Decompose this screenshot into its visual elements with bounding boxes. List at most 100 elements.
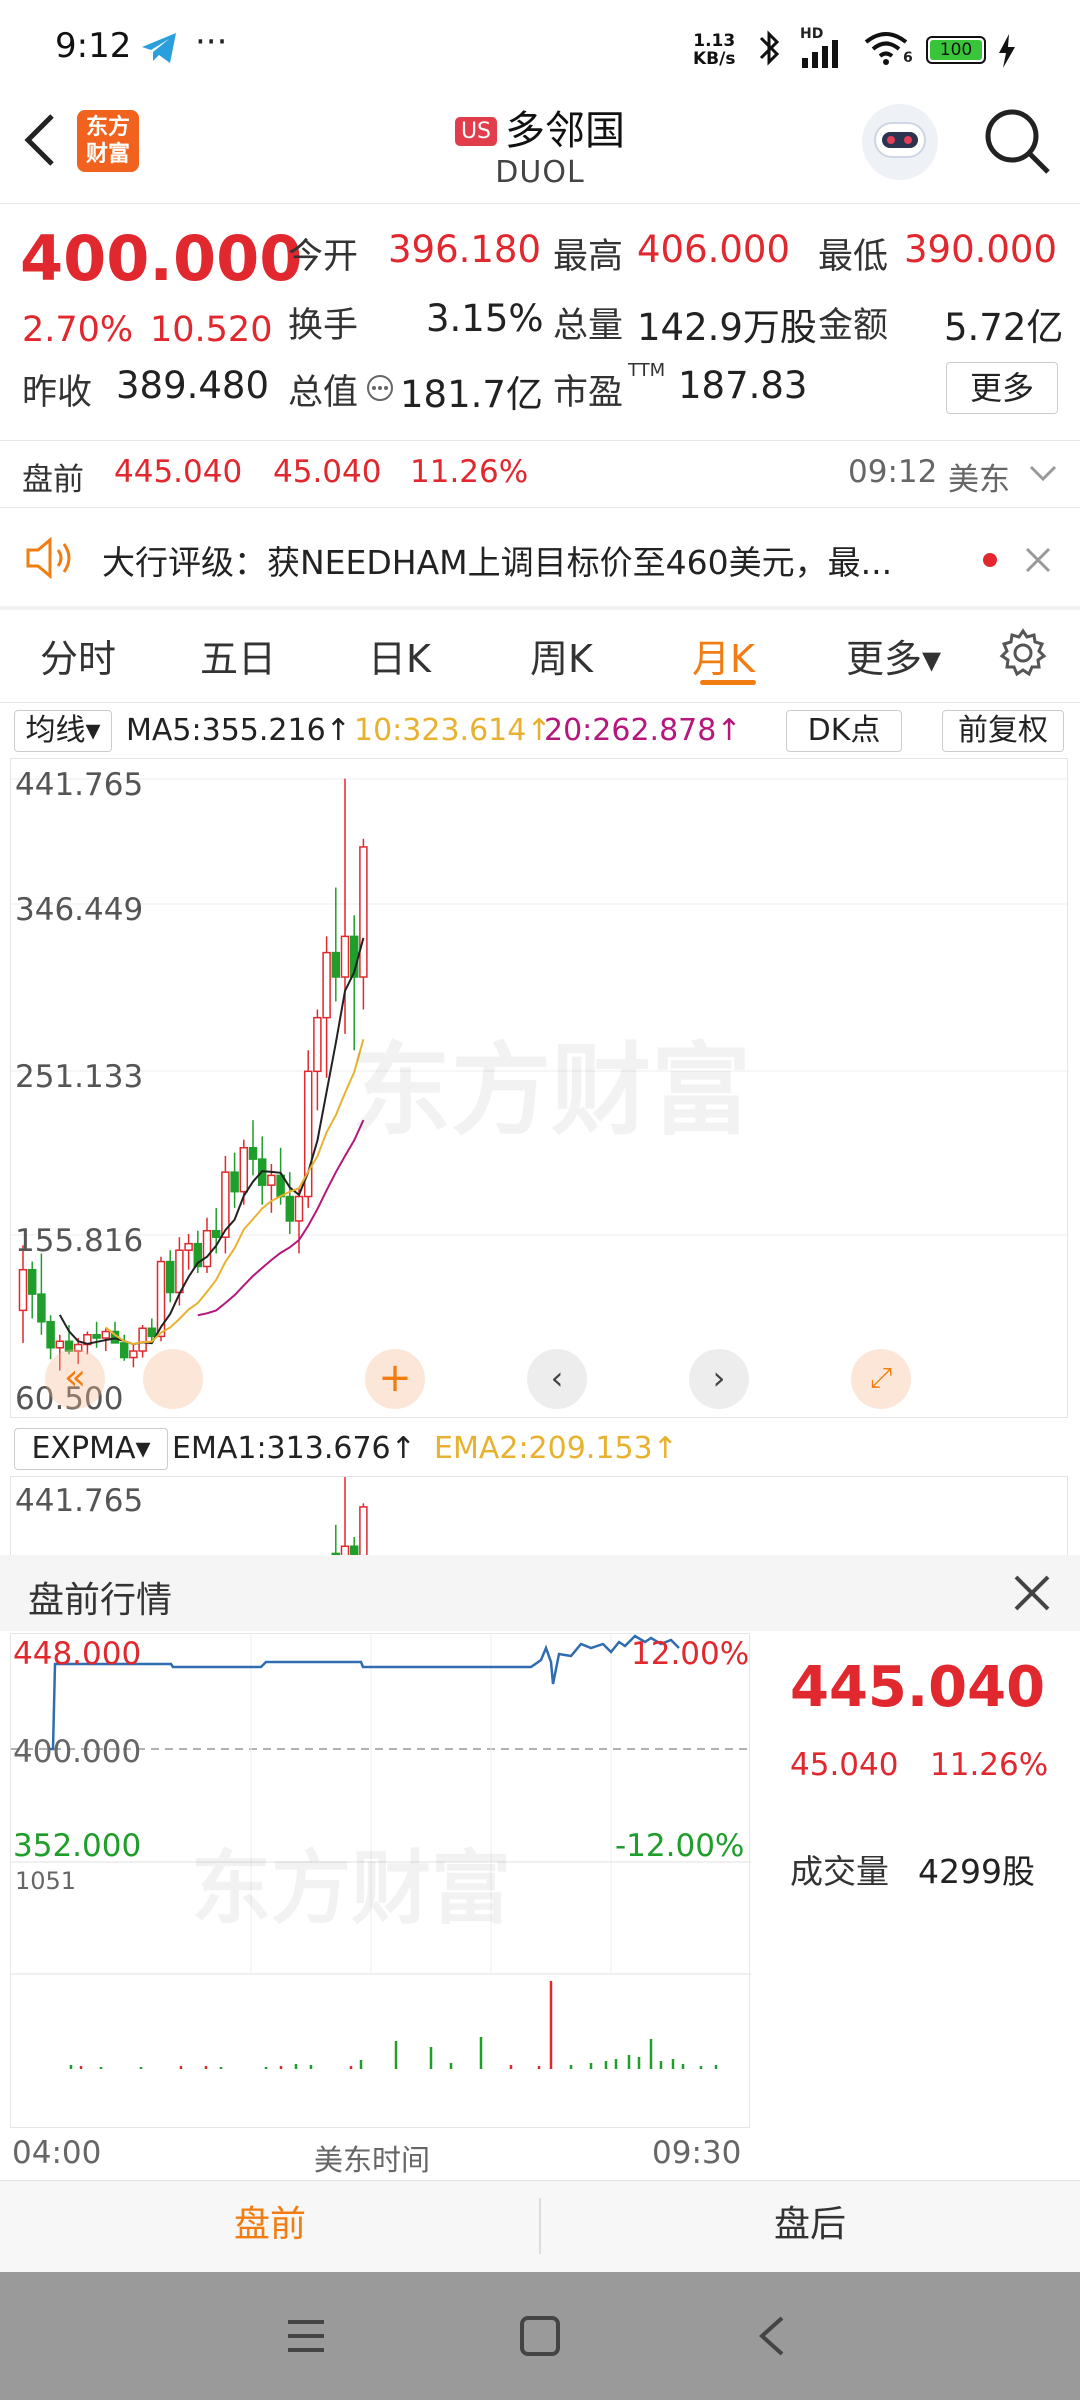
pe-label: 市盈: [553, 373, 624, 413]
close-news-icon[interactable]: [1024, 546, 1052, 574]
amount-value: 5.72亿: [944, 306, 1064, 349]
system-nav-bar: [0, 2272, 1080, 2400]
market-badge: US: [454, 117, 498, 146]
premarket-time: 09:12: [848, 454, 938, 490]
candle-body: [230, 1171, 239, 1193]
candle-body: [147, 1327, 157, 1338]
candle-body: [239, 1147, 249, 1193]
candle-body: [202, 1229, 212, 1268]
tab-weekly-k[interactable]: 周K: [530, 628, 593, 683]
y-mid-label: 400.000: [13, 1734, 142, 1770]
panel-pct: 11.26%: [930, 1747, 1049, 1783]
change-percent: 2.70%: [22, 310, 134, 350]
news-banner[interactable]: 大行评级：获NEEDHAM上调目标价至460美元，最...: [0, 510, 1080, 606]
expma-svg: [331, 1477, 368, 1555]
change-value: 10.520: [150, 310, 273, 350]
low-label: 最低: [818, 237, 889, 277]
wifi-number: 6: [903, 50, 913, 66]
intraday-chart[interactable]: 东方财富 448.000 12.00% 400.000 352.000 -12.…: [10, 1633, 751, 2128]
gear-icon[interactable]: [998, 628, 1048, 678]
tab-more[interactable]: 更多▾: [846, 628, 941, 683]
unread-dot: [983, 553, 997, 567]
tab-intraday[interactable]: 分时: [40, 628, 116, 683]
expand-icon[interactable]: ⤢: [851, 1349, 911, 1409]
premarket-change: 45.040: [273, 454, 382, 490]
ma-selector[interactable]: 均线▾: [14, 710, 112, 752]
active-tab-indicator: [700, 680, 756, 685]
candle-body: [165, 1260, 175, 1294]
panel-price: 445.040: [790, 1655, 1046, 1720]
candle-body: [248, 1147, 258, 1160]
x-start-label: 04:00: [12, 2135, 102, 2171]
high-value: 406.000: [637, 228, 791, 271]
turnover-value: 3.15%: [426, 297, 544, 340]
candle-body: [138, 1327, 147, 1352]
home-icon[interactable]: [518, 2314, 562, 2358]
bluetooth-icon: [759, 30, 780, 66]
candle-body: [175, 1249, 184, 1294]
axis-label: 441.765: [15, 767, 144, 803]
search-icon[interactable]: [982, 106, 1052, 176]
candle-body: [129, 1350, 138, 1359]
menu-icon[interactable]: [284, 2316, 328, 2356]
back-nav-icon[interactable]: [752, 2314, 792, 2358]
prev-close-value: 389.480: [116, 364, 270, 407]
mktcap-value: 181.7亿: [400, 373, 543, 416]
candle-body: [18, 1268, 28, 1312]
volume-label: 总量: [553, 306, 624, 346]
ma5-line: [58, 937, 365, 1346]
premarket-row[interactable]: 盘前 445.040 45.040 11.26% 09:12 美东: [0, 442, 1080, 504]
amount-label: 金额: [818, 306, 889, 346]
net-speed: 1.13 KB/s: [693, 31, 736, 69]
pct-high-label: 12.00%: [631, 1636, 750, 1672]
mktcap-label: 总值: [288, 373, 359, 413]
candle-body: [340, 935, 350, 978]
low-value: 390.000: [904, 228, 1058, 271]
candle-body: [119, 1342, 129, 1359]
scroll-left-fast-button[interactable]: «: [45, 1349, 105, 1409]
candle-body: [101, 1330, 111, 1339]
dk-point-button[interactable]: DK点: [786, 710, 902, 752]
info-dots-icon[interactable]: [366, 374, 394, 402]
candle-body: [359, 846, 368, 978]
open-label: 今开: [288, 237, 359, 277]
watermark: 东方财富: [351, 1032, 751, 1149]
tab-daily-k[interactable]: 日K: [368, 628, 431, 683]
kline-chart[interactable]: 东方财富 441.765 346.449 251.133 155.816 60.…: [10, 758, 1069, 1418]
tab-afterhours[interactable]: 盘后: [540, 2180, 1080, 2270]
tab-premarket[interactable]: 盘前: [0, 2180, 540, 2270]
scroll-right-button[interactable]: ›: [689, 1349, 749, 1409]
tab-monthly-k[interactable]: 月K: [692, 628, 755, 683]
axis-label: 155.816: [15, 1223, 144, 1259]
charging-icon: [999, 34, 1015, 68]
indicator-selector[interactable]: EXPMA▾: [14, 1428, 168, 1470]
zoom-out-button[interactable]: [143, 1349, 203, 1409]
chevron-down-icon[interactable]: [1028, 464, 1058, 484]
candle-body: [92, 1334, 101, 1339]
more-button[interactable]: 更多: [946, 362, 1058, 414]
expma-chart[interactable]: 441.765: [10, 1476, 1068, 1556]
ema1-value: EMA1:313.676↑: [172, 1431, 416, 1466]
close-panel-icon[interactable]: [1012, 1573, 1052, 1613]
ma20-value: 20:262.878↑: [544, 713, 742, 748]
scroll-left-button[interactable]: ‹: [527, 1349, 587, 1409]
battery-icon: 100: [926, 36, 986, 64]
candle-body: [27, 1268, 37, 1295]
robot-assistant-avatar[interactable]: [862, 104, 938, 180]
tab-five-day[interactable]: 五日: [200, 628, 276, 683]
candle-body: [313, 1016, 322, 1073]
expma-candle: [359, 1506, 368, 1555]
open-value: 396.180: [388, 228, 542, 271]
panel-title: 盘前行情: [28, 1580, 173, 1621]
adjust-mode-button[interactable]: 前复权: [942, 710, 1064, 752]
current-price: 400.000: [20, 222, 303, 295]
pe-value: 187.83: [678, 364, 808, 407]
candle-body: [211, 1229, 221, 1238]
candle-body: [267, 1174, 276, 1186]
panel-volume-label: 成交量: [790, 1852, 889, 1891]
zoom-in-button[interactable]: +: [365, 1349, 425, 1409]
panel-volume-value: 4299股: [918, 1852, 1035, 1891]
axis-label: 346.449: [15, 892, 144, 928]
panel-change: 45.040: [790, 1747, 899, 1783]
premarket-pct: 11.26%: [410, 454, 529, 490]
